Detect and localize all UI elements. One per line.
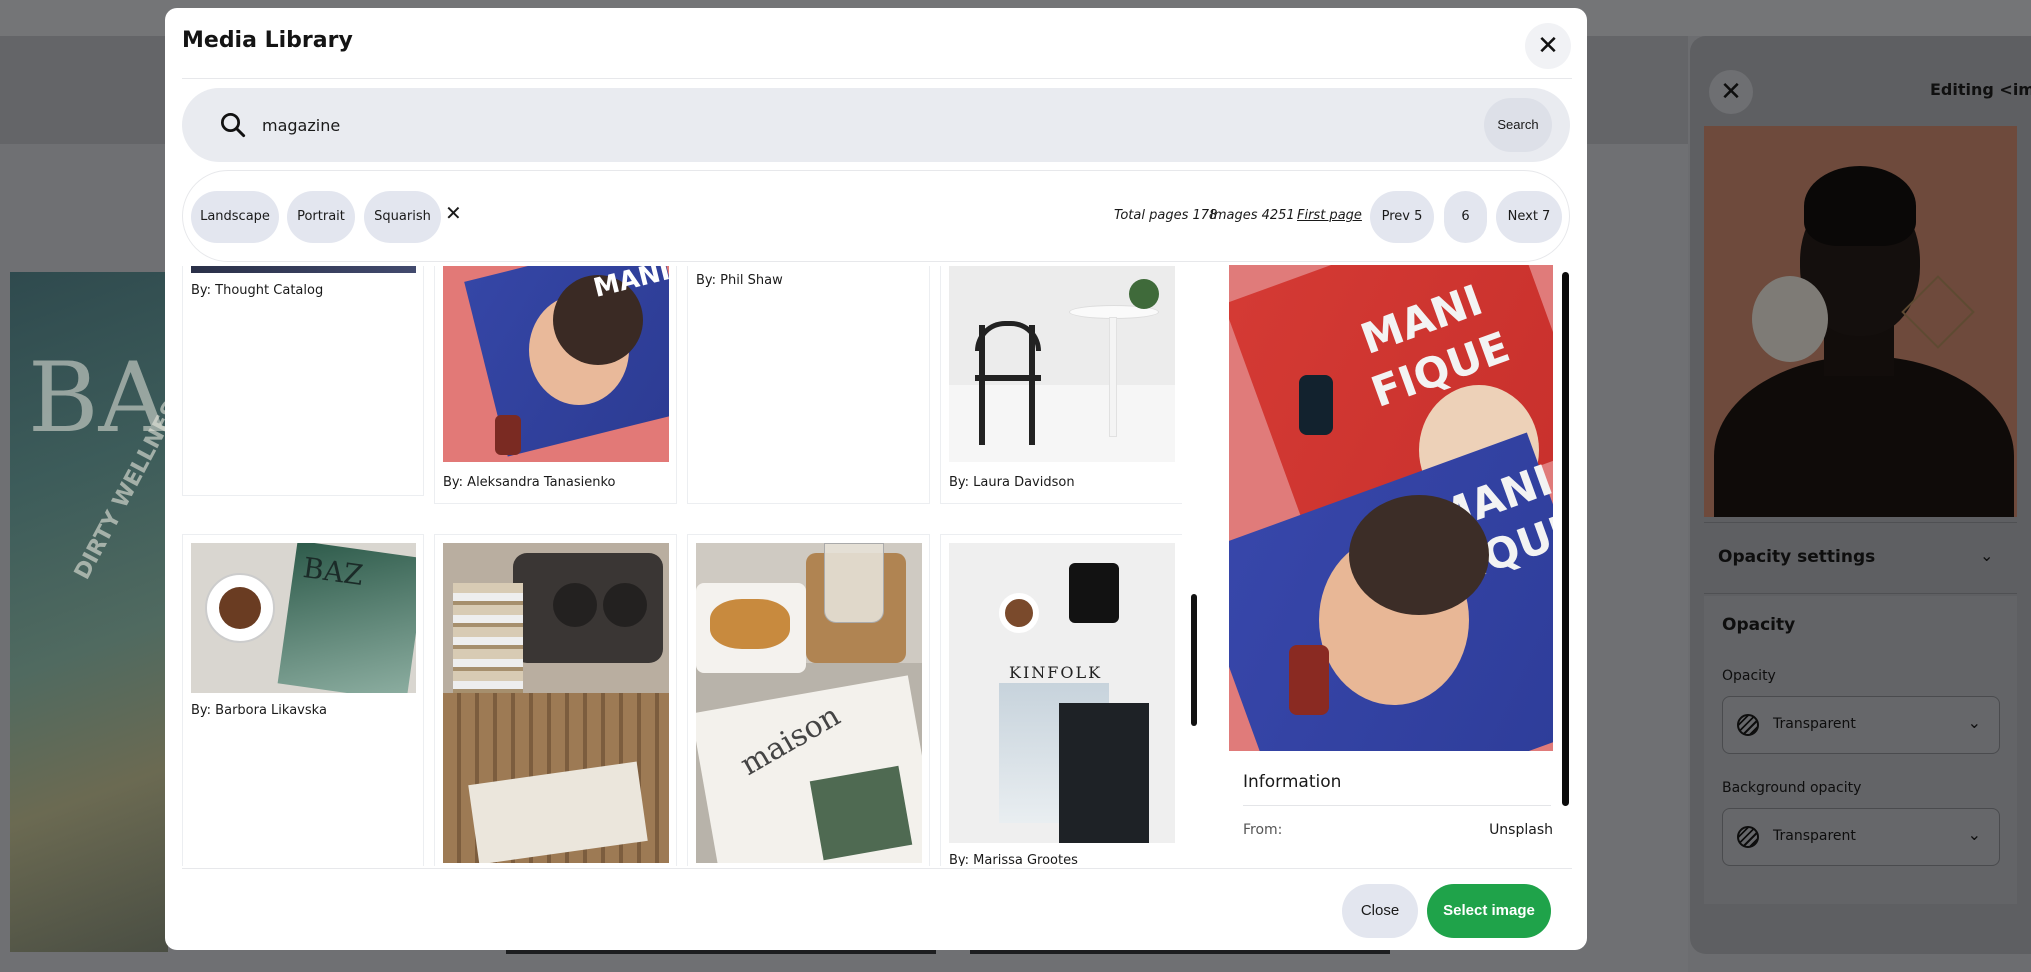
filter-bar: Landscape Portrait Squarish ✕ Total page… [182,170,1570,262]
selected-image-preview: MANI FIQUE MANI FIQUE [1229,265,1553,751]
info-from-value: Unsplash [1489,822,1553,838]
image-card[interactable]: By: Phil Shaw [687,266,930,504]
chevron-down-icon: ⌄ [1980,546,1994,565]
modal-close-button[interactable]: ✕ [1525,23,1571,69]
image-card[interactable]: maison [687,534,930,866]
image-count: Images 4251 [1210,208,1295,223]
modal-title: Media Library [182,28,353,53]
image-byline: By: Phil Shaw [696,273,783,288]
background-opacity-select-value: Transparent [1773,828,1856,844]
editor-close-button[interactable]: ✕ [1709,70,1753,114]
transparency-icon [1737,714,1759,736]
image-byline: By: Marissa Grootes [949,853,1078,866]
image-card[interactable]: By: Thought Catalog [182,266,424,496]
media-library-modal: Media Library ✕ Search Landscape Portrai… [165,8,1587,950]
information-heading: Information [1243,772,1342,792]
accordion-label: Opacity settings [1718,547,1876,567]
divider [1243,805,1551,806]
background-opacity-select[interactable]: Transparent ⌄ [1722,808,2000,866]
filter-chip-squarish[interactable]: Squarish [364,191,441,243]
close-button[interactable]: Close [1342,884,1418,938]
editor-title: Editing <img> [1930,80,2031,99]
close-icon: ✕ [1537,31,1559,61]
divider [182,868,1572,869]
preview-scrollbar[interactable] [1562,272,1569,806]
current-page-button[interactable]: 6 [1444,191,1487,243]
image-card[interactable] [434,534,677,866]
image-thumbnail [191,266,416,273]
image-thumbnail: BAZ [191,543,416,693]
prev-page-button[interactable]: Prev 5 [1370,191,1434,243]
close-icon: ✕ [1720,77,1742,107]
image-card[interactable]: KINFOLK By: Marissa Grootes [940,534,1182,866]
divider [182,78,1572,79]
image-byline: By: Barbora Likavska [191,703,327,718]
background-magazine-image: BA DIRTY WELLNESS [10,272,168,952]
image-thumbnail: maison [696,543,922,863]
grid-scrollbar[interactable] [1191,594,1197,726]
image-thumbnail: MANI [443,266,669,462]
image-card[interactable]: BAZ By: Barbora Likavska [182,534,424,866]
image-thumbnail [949,266,1175,462]
image-card[interactable]: By: Laura Davidson [940,266,1182,504]
next-page-button[interactable]: Next 7 [1496,191,1562,243]
search-input[interactable] [262,106,1362,144]
chevron-down-icon: ⌄ [1967,713,1981,732]
background-opacity-label: Background opacity [1722,780,1862,796]
clear-filters-icon[interactable]: ✕ [445,201,462,225]
info-from-label: From: [1243,822,1283,838]
transparency-icon [1737,826,1759,848]
image-thumbnail: KINFOLK [949,543,1175,843]
image-byline: By: Laura Davidson [949,475,1075,490]
filter-chip-portrait[interactable]: Portrait [287,191,355,243]
opacity-section-heading: Opacity [1722,615,1796,635]
editor-image-preview [1704,126,2017,517]
search-button[interactable]: Search [1484,98,1552,152]
image-byline: By: Aleksandra Tanasienko [443,475,616,490]
select-image-button[interactable]: Select image [1427,884,1551,938]
first-page-link[interactable]: First page [1297,208,1362,223]
opacity-select-value: Transparent [1773,716,1856,732]
search-icon [221,113,246,138]
filter-chip-landscape[interactable]: Landscape [191,191,279,243]
total-pages: Total pages 178 [1114,208,1218,223]
search-bar: Search [182,88,1570,162]
image-byline: By: Thought Catalog [191,283,324,298]
image-grid: By: Thought Catalog MANI By: Aleksandra … [182,266,1182,866]
image-card[interactable]: MANI By: Aleksandra Tanasienko [434,266,677,504]
chevron-down-icon: ⌄ [1967,825,1981,844]
image-thumbnail [443,543,669,863]
opacity-label: Opacity [1722,668,1776,684]
opacity-select[interactable]: Transparent ⌄ [1722,696,2000,754]
